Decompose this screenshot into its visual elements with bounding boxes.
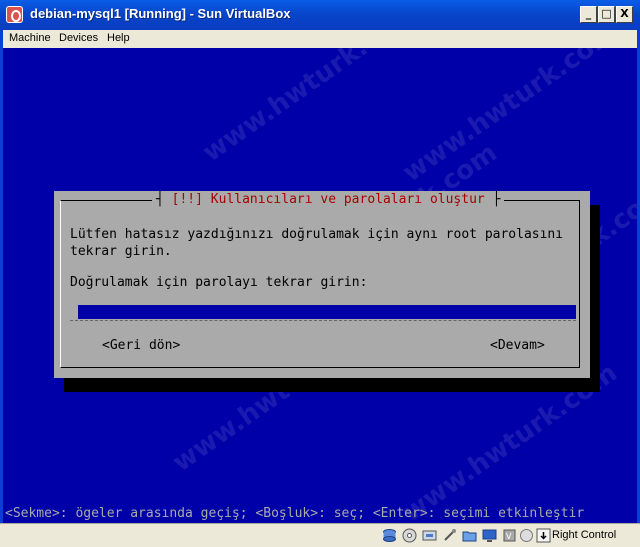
status-bar: V Right Control	[0, 523, 640, 547]
menu-devices[interactable]: Devices	[59, 32, 98, 44]
dialog-title: ┤ [!!] Kullanıcıları ve parolaları oluşt…	[152, 191, 505, 209]
virtualbox-app-icon[interactable]	[6, 6, 23, 23]
svg-text:V: V	[506, 532, 512, 541]
minimize-button[interactable]: _	[580, 6, 597, 23]
virtualization-icon: V	[503, 529, 516, 542]
message-line-1: Lütfen hatasız yazdığınızı doğrulamak iç…	[70, 227, 564, 242]
message-line-2: tekrar girin.	[70, 244, 172, 259]
keyboard-help-line: <Sekme>: ögeler arasında geçiş; <Boşluk>…	[5, 506, 585, 521]
password-input[interactable]	[78, 305, 576, 319]
cd-icon[interactable]	[402, 528, 417, 543]
host-key-icon	[536, 528, 551, 543]
menu-help[interactable]: Help	[107, 32, 130, 44]
window-title: debian-mysql1 [Running] - Sun VirtualBox	[30, 6, 291, 21]
dialog-title-marker: [!!]	[171, 192, 203, 207]
installer-dialog: ┤ [!!] Kullanıcıları ve parolaları oluşt…	[54, 191, 590, 378]
menu-bar: Machine Devices Help	[3, 30, 637, 48]
continue-button[interactable]: <Devam>	[490, 338, 545, 353]
input-underline	[70, 320, 576, 321]
watermark: www.hwturk.com	[197, 48, 423, 169]
shared-folder-icon[interactable]	[462, 528, 477, 543]
title-bar[interactable]: debian-mysql1 [Running] - Sun VirtualBox…	[0, 0, 640, 30]
network-icon[interactable]	[422, 528, 437, 543]
close-button[interactable]: X	[616, 6, 633, 23]
watermark: www.hwturk.com	[397, 48, 623, 189]
guest-screen[interactable]: www.hwturk.com www.hwturk.com www.hwturk…	[3, 48, 637, 523]
display-icon[interactable]	[482, 528, 497, 543]
hard-disk-icon[interactable]	[382, 528, 397, 543]
dialog-title-text: Kullanıcıları ve parolaları oluştur	[210, 192, 485, 207]
maximize-button[interactable]: □	[598, 6, 615, 23]
usb-icon[interactable]	[442, 528, 457, 543]
mouse-integration-icon[interactable]	[519, 528, 534, 543]
virtualbox-window: debian-mysql1 [Running] - Sun VirtualBox…	[0, 0, 640, 547]
back-button[interactable]: <Geri dön>	[102, 338, 180, 353]
menu-machine[interactable]: Machine	[9, 32, 51, 44]
host-key-label: Right Control	[552, 529, 617, 541]
password-prompt: Doğrulamak için parolayı tekrar girin:	[70, 275, 368, 290]
